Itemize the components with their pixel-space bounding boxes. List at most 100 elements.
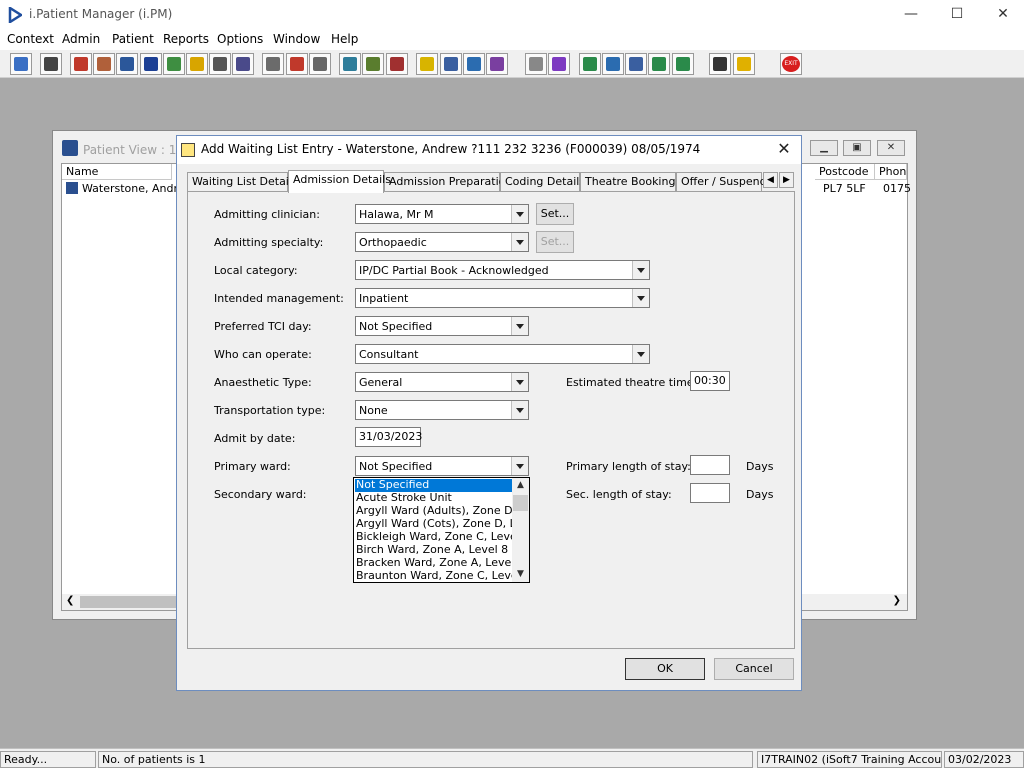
chevron-down-icon[interactable] <box>632 289 649 307</box>
chevron-up-icon[interactable]: ▲ <box>512 478 529 493</box>
m-button[interactable] <box>140 53 162 75</box>
dropdown-scrollbar[interactable]: ▲ ▼ <box>512 478 529 582</box>
user-icon <box>14 57 28 71</box>
chevron-down-icon[interactable] <box>632 345 649 363</box>
pv-close-button[interactable]: ✕ <box>877 140 905 156</box>
chevron-down-icon[interactable] <box>511 233 528 251</box>
admit-by-date-input[interactable]: 31/03/2023 <box>355 427 422 447</box>
column-name[interactable]: Name <box>62 164 172 180</box>
primary-ward-combo[interactable]: Not Specified <box>355 456 529 476</box>
pv-minimize-button[interactable]: ▁ <box>810 140 838 156</box>
menu-options[interactable]: Options <box>217 32 263 46</box>
maximize-button[interactable]: ☐ <box>934 0 980 30</box>
list-item[interactable]: Bracken Ward, Zone A, Level 8 <box>355 557 512 570</box>
ambulance-button[interactable] <box>209 53 231 75</box>
estimated-theatre-time-input[interactable]: 00:30 <box>690 371 730 391</box>
tab-offer-suspend[interactable]: Offer / Suspend <box>676 172 767 192</box>
transfer-button[interactable] <box>232 53 254 75</box>
form-button[interactable] <box>116 53 138 75</box>
list-icon <box>313 57 327 71</box>
list-button[interactable] <box>309 53 331 75</box>
truck-button[interactable] <box>463 53 485 75</box>
primary-ward-dropdown[interactable]: Not Specified Acute Stroke Unit Argyll W… <box>353 477 530 583</box>
who-can-operate-combo[interactable]: Consultant <box>355 344 650 364</box>
menu-context[interactable]: Context <box>7 32 54 46</box>
clock-button[interactable] <box>286 53 308 75</box>
chevron-down-icon[interactable] <box>632 261 649 279</box>
scroll-thumb[interactable] <box>80 596 178 608</box>
set-clinician-button[interactable]: Set... <box>536 203 574 225</box>
swap-button[interactable] <box>709 53 731 75</box>
menu-admin[interactable]: Admin <box>62 32 100 46</box>
user-button[interactable] <box>10 53 32 75</box>
tab-scroll-left-icon[interactable]: ◀ <box>763 172 778 188</box>
column-postcode[interactable]: Postcode <box>815 164 875 180</box>
table-row[interactable]: Waterstone, Andrew <box>66 182 176 195</box>
report-button[interactable] <box>486 53 508 75</box>
check-button[interactable] <box>602 53 624 75</box>
disc-button[interactable] <box>386 53 408 75</box>
tab-coding-details[interactable]: Coding Details <box>500 172 585 192</box>
notepad-button[interactable] <box>416 53 438 75</box>
list-item[interactable]: Braunton Ward, Zone C, Level 8 <box>355 570 512 583</box>
intended-management-combo[interactable]: Inpatient <box>355 288 650 308</box>
list-item[interactable]: Not Specified <box>355 479 512 492</box>
pv-restore-button[interactable]: ▣ <box>843 140 871 156</box>
edit-button[interactable] <box>93 53 115 75</box>
list-item[interactable]: Birch Ward, Zone A, Level 8 <box>355 544 512 557</box>
search-doc-button[interactable] <box>262 53 284 75</box>
admitting-clinician-combo[interactable]: Halawa, Mr M <box>355 204 529 224</box>
menu-reports[interactable]: Reports <box>163 32 209 46</box>
tab-scroll-right-icon[interactable]: ▶ <box>779 172 794 188</box>
chevron-down-icon[interactable]: ▼ <box>512 567 529 582</box>
anaesthetic-type-combo[interactable]: General <box>355 372 529 392</box>
menu-window[interactable]: Window <box>273 32 320 46</box>
primary-los-input[interactable] <box>690 455 730 475</box>
ok-button[interactable]: OK <box>625 658 705 680</box>
chevron-down-icon[interactable] <box>511 401 528 419</box>
list-item[interactable]: Acute Stroke Unit <box>355 492 512 505</box>
scroll-left-icon[interactable]: ❮ <box>66 595 74 606</box>
document-button[interactable] <box>525 53 547 75</box>
chevron-down-icon[interactable] <box>511 373 528 391</box>
forward-button[interactable] <box>648 53 670 75</box>
image-button[interactable] <box>339 53 361 75</box>
menu-patient[interactable]: Patient <box>112 32 154 46</box>
preferred-tci-day-combo[interactable]: Not Specified <box>355 316 529 336</box>
tab-theatre-bookings[interactable]: Theatre Bookings <box>580 172 681 192</box>
check-edit-button[interactable] <box>625 53 647 75</box>
tab-admission-preparation[interactable]: Admission Preparation <box>384 172 512 192</box>
dialog-close-icon[interactable]: ✕ <box>773 138 795 160</box>
admitting-specialty-combo[interactable]: Orthopaedic <box>355 232 529 252</box>
chevron-down-icon[interactable] <box>511 317 528 335</box>
minimize-button[interactable]: — <box>888 0 934 30</box>
local-category-combo[interactable]: IP/DC Partial Book - Acknowledged <box>355 260 650 280</box>
refresh-button[interactable] <box>672 53 694 75</box>
secondary-los-input[interactable] <box>690 483 730 503</box>
list-item[interactable]: Argyll Ward (Adults), Zone D, Level <box>355 505 512 518</box>
cancel-button[interactable]: Cancel <box>714 658 794 680</box>
chart-button[interactable] <box>362 53 384 75</box>
chevron-down-icon[interactable] <box>511 457 528 475</box>
warning-button[interactable] <box>733 53 755 75</box>
globe-button[interactable] <box>579 53 601 75</box>
exit-button[interactable]: EXIT <box>780 53 802 75</box>
note-button[interactable] <box>186 53 208 75</box>
worklist-button[interactable] <box>440 53 462 75</box>
column-phone[interactable]: Phon <box>875 164 907 180</box>
close-button[interactable]: ✕ <box>980 0 1024 30</box>
doctor-button[interactable] <box>163 53 185 75</box>
transportation-type-combo[interactable]: None <box>355 400 529 420</box>
tab-waiting-list-details[interactable]: Waiting List Details <box>187 172 298 192</box>
print-button[interactable] <box>40 53 62 75</box>
scroll-right-icon[interactable]: ❯ <box>893 595 901 606</box>
menu-help[interactable]: Help <box>331 32 358 46</box>
scroll-thumb[interactable] <box>513 495 528 511</box>
chevron-down-icon[interactable] <box>511 205 528 223</box>
primary-los-label: Primary length of stay: <box>566 460 691 473</box>
tab-admission-details[interactable]: Admission Details <box>288 170 391 193</box>
graph-button[interactable] <box>548 53 570 75</box>
book-button[interactable] <box>70 53 92 75</box>
list-item[interactable]: Bickleigh Ward, Zone C, Level 8 <box>355 531 512 544</box>
list-item[interactable]: Argyll Ward (Cots), Zone D, Level <box>355 518 512 531</box>
